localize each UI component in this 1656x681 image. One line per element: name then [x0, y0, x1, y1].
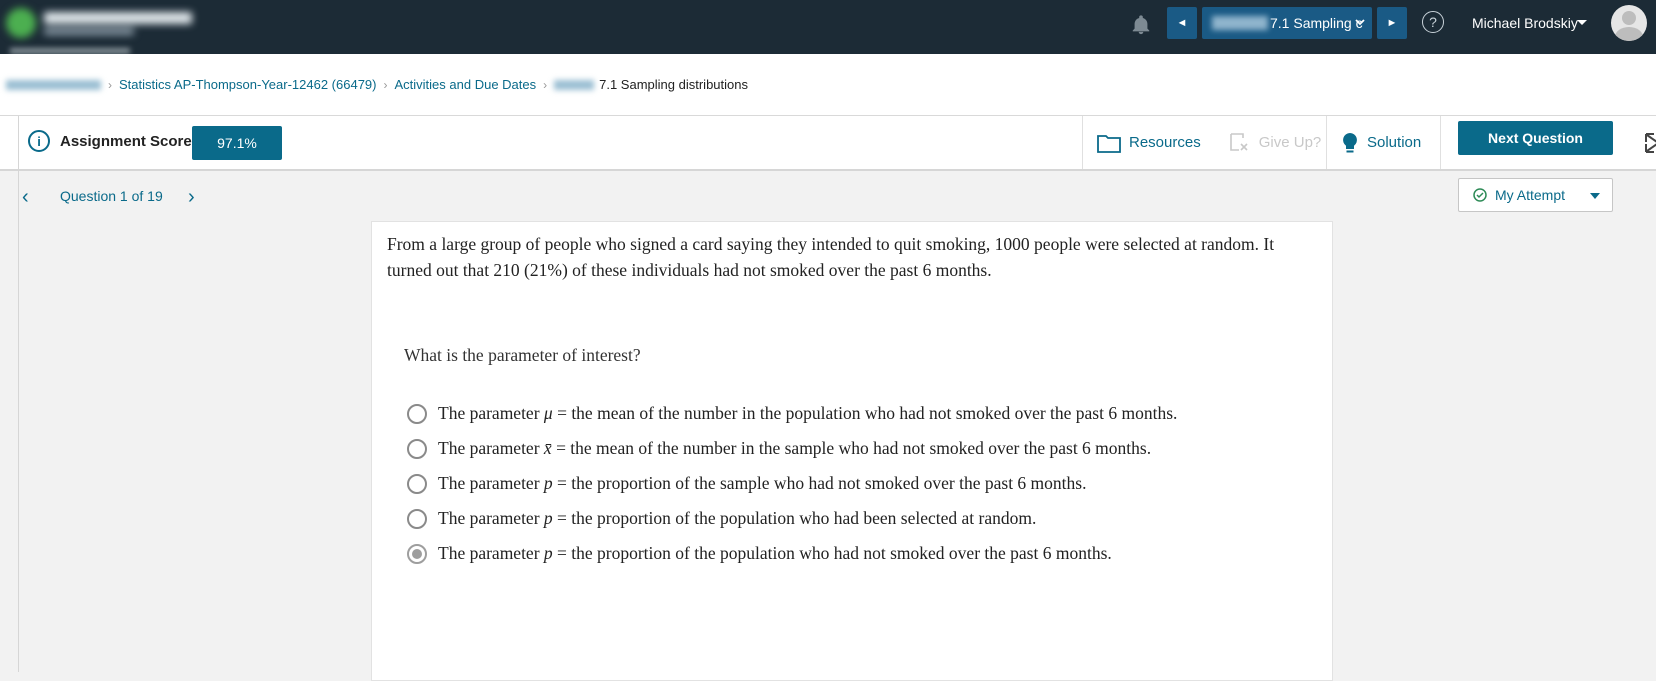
answer-option-text: The parameter p = the proportion of the … [438, 508, 1037, 528]
previous-assignment-button[interactable]: ◄ [1167, 7, 1197, 39]
chevron-down-icon [1355, 19, 1365, 26]
previous-question-chevron-icon[interactable]: ‹ [22, 186, 29, 209]
answer-option-text: The parameter p = the proportion of the … [438, 473, 1087, 493]
assignment-select-label: 7.1 Sampling c [1270, 15, 1363, 31]
assignment-score-label: Assignment Score: [60, 133, 197, 150]
radio-button[interactable] [407, 508, 427, 529]
avatar[interactable] [1611, 5, 1647, 41]
give-up-button[interactable]: Give Up? [1220, 116, 1330, 169]
assignment-select[interactable]: 7.1 Sampling c [1202, 7, 1372, 39]
user-menu[interactable]: Michael Brodskiy [1472, 15, 1578, 31]
question-card: From a large group of people who signed … [371, 221, 1333, 681]
radio-button[interactable] [407, 438, 427, 459]
answer-option[interactable]: The parameter p = the proportion of the … [407, 508, 1036, 529]
answer-option[interactable]: The parameter x̄ = the mean of the numbe… [407, 438, 1151, 459]
caret-down-icon [1590, 193, 1600, 199]
caret-down-icon[interactable] [1577, 20, 1587, 25]
resources-label: Resources [1129, 134, 1201, 151]
give-up-label: Give Up? [1258, 134, 1322, 151]
question-prompt: What is the parameter of interest? [404, 345, 641, 365]
radio-button[interactable] [407, 543, 427, 564]
next-question-chevron-icon[interactable]: › [188, 186, 195, 209]
breadcrumb: › Statistics AP-Thompson-Year-12462 (664… [6, 77, 748, 92]
question-counter: Question 1 of 19 [60, 188, 163, 204]
breadcrumb-current: 7.1 Sampling distributions [599, 77, 748, 92]
lightbulb-icon [1343, 132, 1357, 152]
top-nav-bar: ◄ 7.1 Sampling c ► ? Michael Brodskiy [0, 0, 1656, 54]
divider [18, 116, 19, 672]
give-up-icon [1229, 132, 1248, 151]
radio-button[interactable] [407, 473, 427, 494]
breadcrumb-separator-icon: › [108, 77, 112, 92]
question-stem: From a large group of people who signed … [387, 234, 1275, 280]
expand-icon[interactable] [1645, 130, 1656, 156]
my-attempt-dropdown[interactable]: My Attempt [1458, 178, 1613, 212]
logo-mark [6, 8, 36, 38]
help-icon[interactable]: ? [1422, 11, 1444, 33]
resources-button[interactable]: Resources [1082, 116, 1220, 169]
breadcrumb-separator-icon: › [383, 77, 388, 92]
breadcrumb-separator-icon: › [543, 77, 548, 92]
breadcrumb-bar: › Statistics AP-Thompson-Year-12462 (664… [0, 54, 1656, 116]
info-icon[interactable]: i [28, 130, 50, 152]
answer-option[interactable]: The parameter p = the proportion of the … [407, 543, 1112, 564]
brand-logo[interactable] [6, 4, 196, 42]
breadcrumb-home[interactable] [6, 79, 101, 90]
my-attempt-label: My Attempt [1495, 187, 1566, 203]
assignment-score-value: 97.1% [192, 126, 282, 160]
answer-option[interactable]: The parameter p = the proportion of the … [407, 473, 1086, 494]
next-assignment-button[interactable]: ► [1377, 7, 1407, 39]
folder-icon [1097, 134, 1121, 153]
answer-option-text: The parameter p = the proportion of the … [438, 543, 1112, 563]
answer-option-text: The parameter x̄ = the mean of the numbe… [438, 438, 1152, 458]
radio-button[interactable] [407, 403, 427, 424]
answer-option[interactable]: The parameter μ = the mean of the number… [407, 403, 1177, 424]
answer-option-text: The parameter μ = the mean of the number… [438, 403, 1178, 423]
check-circle-icon [1473, 188, 1487, 202]
next-question-button[interactable]: Next Question [1458, 121, 1613, 155]
bell-icon[interactable] [1130, 14, 1152, 36]
solution-label: Solution [1367, 134, 1422, 151]
breadcrumb-course[interactable]: Statistics AP-Thompson-Year-12462 (66479… [119, 77, 377, 92]
breadcrumb-activities[interactable]: Activities and Due Dates [395, 77, 537, 92]
solution-button[interactable]: Solution [1326, 116, 1440, 169]
